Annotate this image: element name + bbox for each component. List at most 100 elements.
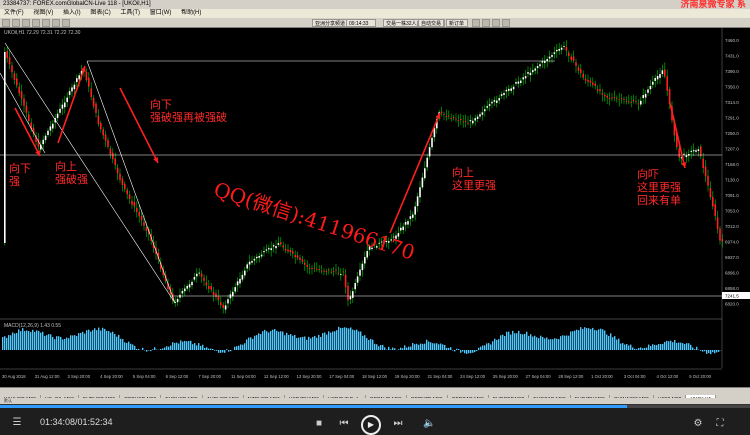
candle-body	[491, 101, 493, 104]
tester-icon[interactable]	[62, 19, 70, 27]
zoom-in-icon[interactable]	[472, 19, 480, 27]
macd-bar	[268, 332, 270, 350]
menu-view[interactable]: 视图(V)	[29, 9, 57, 18]
macd-bar	[146, 350, 148, 352]
chart-area[interactable]: 7460.0 7431.0 7390.0 7350.0 7314.0 7291.0 7250…	[0, 28, 750, 383]
macd-bar	[544, 338, 546, 350]
candle-body	[582, 73, 584, 78]
candle-body	[484, 109, 486, 112]
menu-help[interactable]: 帮助(H)	[177, 9, 205, 18]
macd-bar	[546, 337, 548, 350]
macd-bar	[350, 327, 352, 350]
previous-icon[interactable]: ⏮	[338, 417, 350, 431]
macd-bar	[414, 344, 416, 350]
macd-bar	[138, 348, 140, 350]
new-chart-icon[interactable]	[2, 19, 10, 27]
playlist-icon[interactable]: ☰	[10, 416, 24, 430]
zoom-out-icon[interactable]	[482, 19, 490, 27]
macd-bar	[60, 336, 62, 350]
candle-body	[455, 118, 457, 120]
candle-body	[121, 178, 124, 185]
menu-window[interactable]: 窗口(W)	[146, 9, 176, 18]
macd-bar	[560, 336, 562, 350]
macd-bar	[210, 348, 212, 350]
menu-charts[interactable]: 图表(C)	[86, 9, 114, 18]
macd-bar	[300, 337, 302, 350]
candle-body	[18, 86, 20, 94]
macd-bar	[506, 331, 508, 350]
menu-file[interactable]: 文件(F)	[0, 9, 28, 18]
time-tick-label: 6 Sep 12:00	[166, 374, 189, 379]
macd-bar	[558, 339, 560, 350]
candle-body	[131, 200, 133, 205]
macd-bar	[214, 350, 216, 351]
macd-bar	[590, 329, 592, 350]
macd-bar	[402, 348, 404, 350]
candle-body	[210, 285, 212, 290]
line-chart-icon[interactable]	[502, 19, 510, 27]
candle-body	[361, 263, 364, 271]
progress-bar[interactable]	[0, 405, 750, 408]
macd-bar	[58, 336, 60, 350]
candle-body	[570, 56, 572, 60]
stop-icon[interactable]: ■	[313, 417, 325, 431]
candle-body	[551, 54, 553, 57]
macd-bar	[308, 336, 310, 350]
candle-body	[215, 293, 217, 297]
candle-body	[320, 270, 323, 272]
candle-body	[712, 196, 714, 207]
macd-bar	[196, 345, 198, 350]
macd-bar	[314, 336, 316, 350]
auto-trade-button[interactable]: 自动交易	[418, 19, 444, 27]
macd-bar	[182, 341, 184, 350]
time-tick-label: 27 Sep 04:00	[526, 374, 552, 379]
macd-bar	[496, 339, 498, 350]
macd-bar	[44, 335, 46, 350]
profiles-icon[interactable]	[12, 19, 20, 27]
macd-bar	[36, 330, 38, 350]
new-order-button[interactable]: 新订单	[446, 19, 468, 27]
macd-bar	[516, 333, 518, 350]
macd-bar	[632, 347, 634, 350]
play-icon[interactable]: ▶	[361, 415, 381, 435]
candles-icon[interactable]	[492, 19, 500, 27]
terminal-icon[interactable]	[52, 19, 60, 27]
macd-bar	[216, 350, 218, 351]
macd-bar	[278, 331, 280, 350]
macd-bar	[638, 347, 640, 350]
macd-bar	[420, 343, 422, 350]
candle-body	[313, 267, 316, 269]
candle-body	[92, 97, 95, 107]
macd-bar	[416, 343, 418, 350]
candle-body	[515, 82, 517, 84]
next-icon[interactable]: ⏭	[392, 417, 404, 431]
macd-bar	[228, 350, 230, 352]
candle-body	[260, 254, 263, 257]
candle-body	[647, 89, 649, 93]
settings-icon[interactable]: ⚙	[692, 417, 704, 431]
candle-body	[239, 278, 241, 284]
candle-body	[188, 284, 191, 288]
data-window-icon[interactable]	[32, 19, 40, 27]
macd-bar	[234, 346, 236, 350]
macd-bar	[238, 345, 240, 350]
macd-bar	[130, 343, 132, 350]
macd-bar	[366, 338, 368, 350]
macd-bar	[34, 331, 36, 350]
menu-tools[interactable]: 工具(T)	[116, 9, 144, 18]
macd-bar	[636, 349, 638, 350]
candle-body	[191, 281, 193, 286]
volume-icon[interactable]: 🔈	[423, 417, 435, 431]
candle-body	[618, 99, 620, 101]
fullscreen-icon[interactable]: ⛶	[714, 417, 726, 431]
macd-bar	[176, 342, 178, 350]
navigator-icon[interactable]	[42, 19, 50, 27]
market-watch-icon[interactable]	[22, 19, 30, 27]
playback-time: 01:34:08/01:52:34	[40, 417, 113, 427]
macd-bar	[160, 348, 162, 350]
menu-insert[interactable]: 插入(I)	[59, 9, 85, 18]
macd-bar	[500, 335, 502, 350]
macd-bar	[320, 336, 322, 350]
candle-body	[503, 93, 505, 95]
candle-body	[486, 106, 488, 108]
